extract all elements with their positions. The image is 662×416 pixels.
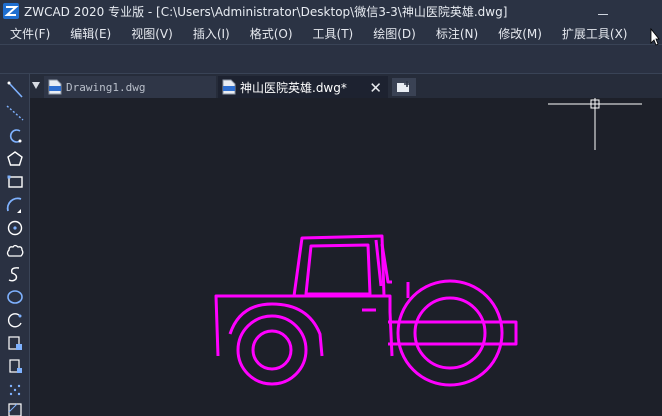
draw-toolbar [0, 74, 30, 416]
menu-draw[interactable]: 绘图(D) [363, 25, 426, 42]
hatch-icon[interactable] [4, 400, 26, 416]
menu-extended-tools[interactable]: 扩展工具(X) [552, 25, 638, 42]
polygon-icon[interactable] [4, 149, 26, 169]
tab-label: 神山医院英雄.dwg* [240, 80, 347, 95]
zwcad-logo-icon [3, 3, 19, 19]
menu-modify[interactable]: 修改(M) [488, 25, 552, 42]
title-bar: ZWCAD 2020 专业版 - [C:\Users\Administrator… [0, 0, 662, 22]
menu-format[interactable]: 格式(O) [240, 25, 303, 42]
tab-drawing1[interactable]: Drawing1.dwg [44, 76, 216, 98]
menu-bar: 文件(F) 编辑(E) 视图(V) 插入(I) 格式(O) 工具(T) 绘图(D… [0, 22, 662, 44]
arc-icon[interactable] [4, 195, 26, 215]
make-block-icon[interactable] [4, 356, 26, 376]
rectangle-icon[interactable] [4, 172, 26, 192]
menu-file[interactable]: 文件(F) [0, 25, 60, 42]
point-icon[interactable] [4, 379, 26, 399]
menu-view[interactable]: 视图(V) [121, 25, 183, 42]
new-tab-button[interactable] [392, 78, 416, 96]
mouse-cursor-icon [650, 28, 660, 46]
menu-edit[interactable]: 编辑(E) [60, 25, 121, 42]
road-roller-drawing [214, 234, 518, 387]
menu-insert[interactable]: 插入(I) [183, 25, 240, 42]
spline-icon[interactable] [4, 264, 26, 284]
insert-block-icon[interactable] [4, 333, 26, 353]
revision-cloud-icon[interactable] [4, 241, 26, 261]
document-tab-bar: Drawing1.dwg 神山医院英雄.dwg* ✕ [30, 74, 662, 98]
construction-line-icon[interactable] [4, 103, 26, 123]
menu-tools[interactable]: 工具(T) [303, 25, 364, 42]
ellipse-icon[interactable] [4, 287, 26, 307]
minimize-button[interactable] [594, 2, 612, 20]
close-tab-button[interactable]: ✕ [369, 79, 382, 97]
circle-icon[interactable] [4, 218, 26, 238]
drawing-canvas[interactable] [30, 98, 662, 416]
tab-label: Drawing1.dwg [66, 80, 146, 94]
tab-list-dropdown-icon[interactable] [32, 82, 40, 89]
new-document-icon [397, 81, 410, 92]
line-icon[interactable] [4, 80, 26, 100]
polyline-icon[interactable] [4, 126, 26, 146]
dwg-file-icon [48, 79, 62, 95]
ribbon-toolbar [0, 44, 662, 74]
ellipse-arc-icon[interactable] [4, 310, 26, 330]
tab-shenshan-hospital[interactable]: 神山医院英雄.dwg* ✕ [218, 76, 388, 98]
window-title: ZWCAD 2020 专业版 - [C:\Users\Administrator… [24, 4, 508, 19]
dwg-file-icon [222, 79, 236, 95]
menu-dimension[interactable]: 标注(N) [426, 25, 488, 42]
